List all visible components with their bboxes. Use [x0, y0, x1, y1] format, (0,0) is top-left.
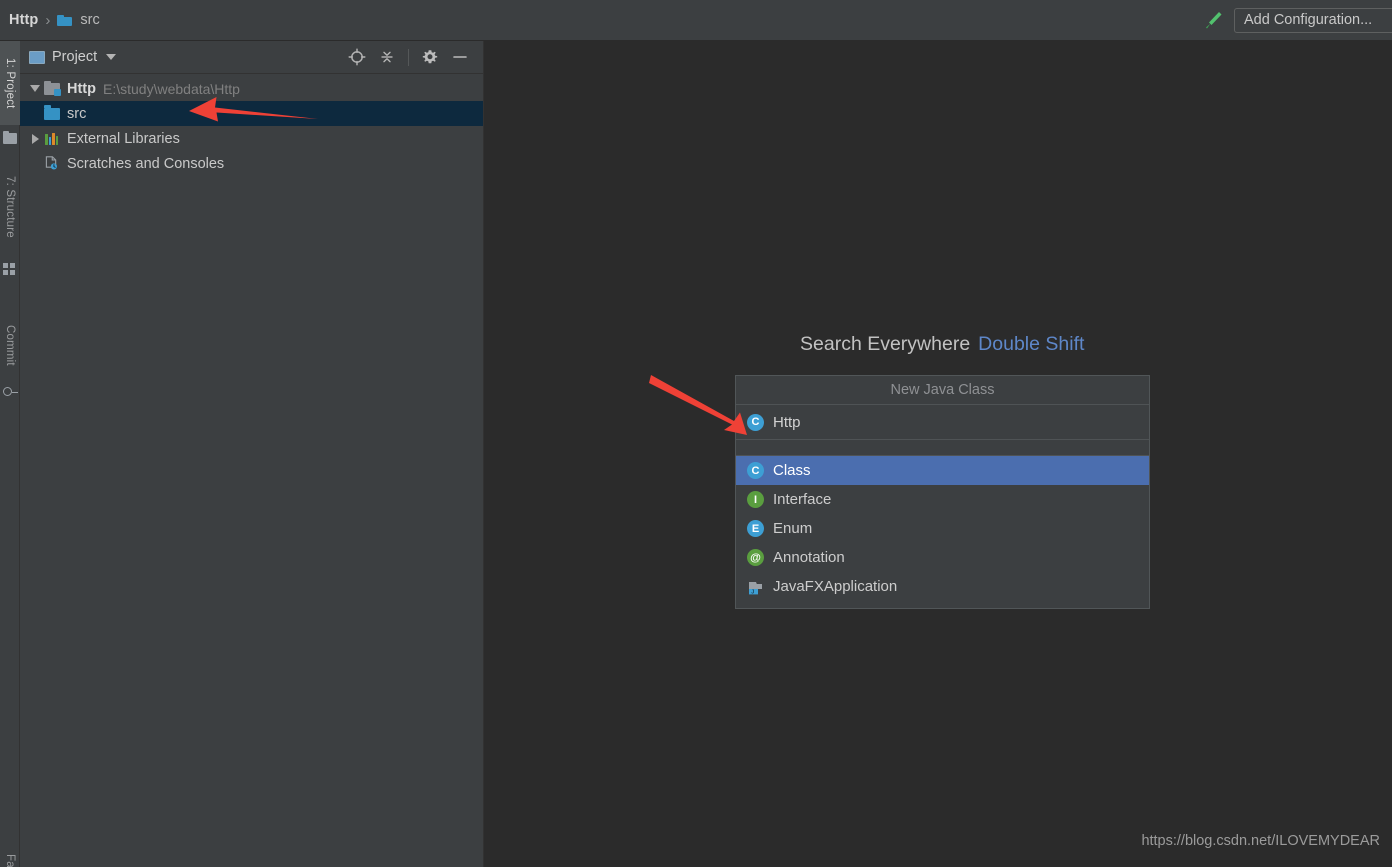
breadcrumb-current[interactable]: src — [80, 12, 99, 28]
project-panel-header: Project — [20, 41, 483, 74]
new-java-class-popup: New Java Class C Http C Class I Interfac… — [735, 375, 1150, 609]
javafx-icon: J — [747, 579, 764, 595]
sidebar-item-commit[interactable]: Commit — [0, 309, 20, 381]
class-name-input[interactable]: C Http — [736, 405, 1149, 440]
list-item-label: Enum — [773, 520, 812, 537]
minimize-icon[interactable] — [451, 48, 469, 66]
run-widget: Add Configuration... — [1202, 8, 1392, 33]
hammer-icon[interactable] — [1202, 9, 1224, 31]
class-icon: C — [747, 462, 764, 479]
class-kind-list: C Class I Interface E Enum @ Annotation — [736, 456, 1149, 608]
commit-icon — [3, 387, 12, 396]
list-item-enum[interactable]: E Enum — [736, 514, 1149, 543]
collapse-all-icon[interactable] — [378, 48, 396, 66]
folder-icon — [57, 14, 72, 26]
tree-row[interactable]: src — [20, 101, 483, 126]
list-item-label: JavaFXApplication — [773, 578, 897, 595]
add-configuration-button[interactable]: Add Configuration... — [1234, 8, 1392, 33]
sidebar-item-label: 1: Project — [4, 58, 16, 109]
sidebar-item-label: Favorites — [4, 854, 16, 867]
tree-item-label: Http — [67, 81, 96, 97]
list-bottom-padding — [736, 601, 1149, 608]
list-item-label: Class — [773, 462, 811, 479]
crosshair-icon[interactable] — [348, 48, 366, 66]
chevron-down-icon[interactable] — [106, 54, 116, 60]
interface-icon: I — [747, 491, 764, 508]
class-icon: C — [747, 414, 764, 431]
chevron-expanded-icon[interactable] — [26, 85, 44, 92]
watermark: https://blog.csdn.net/ILOVEMYDEAR — [1141, 833, 1380, 849]
class-name-value: Http — [773, 414, 801, 431]
tree-row[interactable]: External Libraries — [20, 126, 483, 151]
popup-separator — [736, 440, 1149, 456]
source-folder-icon — [44, 106, 61, 121]
add-configuration-label: Add Configuration... — [1244, 12, 1372, 28]
scratches-icon — [44, 156, 61, 171]
project-panel-toolbar — [348, 48, 483, 66]
project-tree: Http E:\study\webdata\Http src E — [20, 74, 483, 176]
tree-item-label: Scratches and Consoles — [67, 156, 224, 172]
sidebar-item-project[interactable]: 1: Project — [0, 41, 20, 125]
enum-icon: E — [747, 520, 764, 537]
popup-title: New Java Class — [736, 376, 1149, 405]
sidebar-item-label: Commit — [4, 325, 16, 366]
project-icon — [29, 51, 45, 64]
svg-text:J: J — [751, 589, 754, 594]
left-tool-stripe: 1: Project 7: Structure Commit Favorites — [0, 41, 20, 867]
ide-window: Http › src Add Configuration... 1: Proje… — [0, 0, 1392, 867]
tree-row[interactable]: Scratches and Consoles — [20, 151, 483, 176]
list-item-label: Interface — [773, 491, 831, 508]
list-item-annotation[interactable]: @ Annotation — [736, 543, 1149, 572]
search-everywhere-hint: Search Everywhere Double Shift — [800, 333, 1084, 356]
project-tool-window: Project — [20, 41, 484, 867]
module-folder-icon — [44, 81, 61, 96]
breadcrumb-root[interactable]: Http — [9, 12, 38, 28]
annotation-icon: @ — [747, 549, 764, 566]
project-panel-title: Project — [52, 49, 97, 65]
sidebar-item-label: 7: Structure — [4, 176, 16, 238]
breadcrumb: Http › src — [0, 12, 100, 29]
tree-item-label: External Libraries — [67, 131, 180, 147]
chevron-collapsed-icon[interactable] — [26, 134, 44, 144]
breadcrumb-separator-icon: › — [42, 12, 53, 29]
tree-row[interactable]: Http E:\study\webdata\Http — [20, 76, 483, 101]
tree-item-path: E:\study\webdata\Http — [103, 81, 240, 97]
list-item-interface[interactable]: I Interface — [736, 485, 1149, 514]
top-toolbar: Http › src Add Configuration... — [0, 0, 1392, 41]
gear-icon[interactable] — [421, 48, 439, 66]
list-item-label: Annotation — [773, 549, 845, 566]
toolbar-divider — [408, 49, 409, 66]
structure-icon — [3, 263, 17, 275]
sidebar-item-favorites[interactable]: Favorites — [0, 849, 20, 867]
folder-icon — [3, 133, 17, 144]
search-everywhere-shortcut: Double Shift — [978, 333, 1084, 355]
sidebar-item-structure[interactable]: 7: Structure — [0, 159, 20, 255]
libraries-icon — [44, 131, 61, 146]
tree-item-label: src — [67, 106, 86, 122]
search-everywhere-label: Search Everywhere — [800, 333, 970, 355]
list-item-javafx-application[interactable]: J JavaFXApplication — [736, 572, 1149, 601]
list-item-class[interactable]: C Class — [736, 456, 1149, 485]
